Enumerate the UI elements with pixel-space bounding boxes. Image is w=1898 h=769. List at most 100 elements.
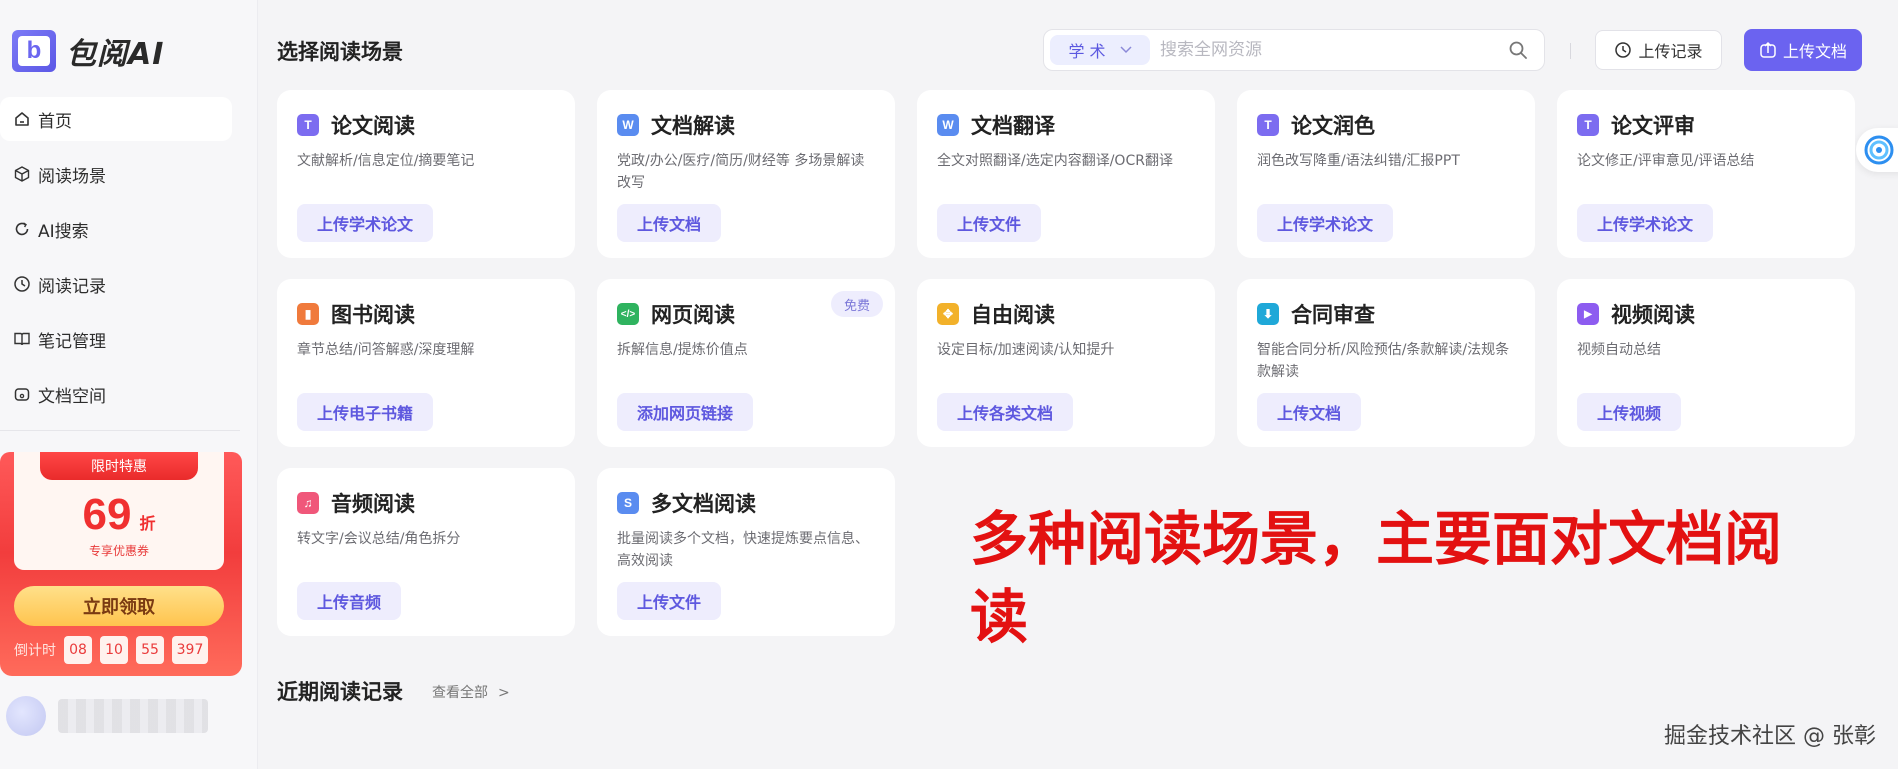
cube-icon (12, 164, 32, 184)
card-title: 网页阅读 (651, 303, 735, 327)
card-title: 多文档阅读 (651, 492, 756, 516)
scene-card-contract-review[interactable]: ⬇ 合同审查 智能合同分析/风险预估/条款解读/法规条款解读 上传文档 (1237, 279, 1535, 447)
promo-card: 限时特惠 69 折 专享优惠券 立即领取 倒计时 08 10 55 397 (0, 452, 242, 676)
app-name: 包阅AI (66, 37, 165, 72)
upload-icon (1759, 41, 1777, 59)
card-action-button[interactable]: 上传学术论文 (1257, 204, 1394, 242)
search-icon[interactable] (1500, 32, 1536, 68)
card-title: 自由阅读 (971, 303, 1055, 327)
card-description: 润色改写降重/语法纠错/汇报PPT (1257, 153, 1460, 169)
bookmark-icon: ▮ (297, 303, 319, 325)
scene-card-paper-review[interactable]: T 论文评审 论文修正/评审意见/评语总结 上传学术论文 (1557, 90, 1855, 258)
card-description: 批量阅读多个文档，快速提炼要点信息、高效阅读 (617, 531, 869, 569)
header-separator (1570, 43, 1571, 59)
sidebar-item-notes[interactable]: 笔记管理 (0, 317, 232, 361)
card-title: 论文润色 (1291, 114, 1375, 138)
card-title: 图书阅读 (331, 303, 415, 327)
paper-t-icon: T (1577, 114, 1599, 136)
card-title: 合同审查 (1291, 303, 1375, 327)
scene-card-multi-doc-reading[interactable]: S 多文档阅读 批量阅读多个文档，快速提炼要点信息、高效阅读 上传文件 (597, 468, 895, 636)
countdown-milliseconds: 397 (172, 636, 208, 664)
upload-document-button[interactable]: 上传文档 (1744, 29, 1862, 71)
card-title: 视频阅读 (1611, 303, 1695, 327)
sidebar-nav: 首页 阅读场景 AI搜索 阅读记录 笔记管理 文档空间 (0, 97, 232, 427)
scene-card-video-reading[interactable]: ▶ 视频阅读 视频自动总结 上传视频 (1557, 279, 1855, 447)
card-action-button[interactable]: 上传电子书籍 (297, 393, 434, 431)
card-description: 论文修正/评审意见/评语总结 (1577, 153, 1755, 169)
card-description: 智能合同分析/风险预估/条款解读/法规条款解读 (1257, 342, 1510, 380)
play-icon: ▶ (1577, 303, 1599, 325)
paper-t-icon: T (1257, 114, 1279, 136)
card-action-button[interactable]: 上传各类文档 (937, 393, 1074, 431)
chevron-down-icon (1120, 43, 1132, 57)
card-description: 转文字/会议总结/角色拆分 (297, 531, 461, 547)
sidebar-item-doc-space[interactable]: 文档空间 (0, 372, 232, 416)
card-action-button[interactable]: 上传文件 (937, 204, 1042, 242)
code-icon: </> (617, 303, 639, 325)
scene-card-paper-reading[interactable]: T 论文阅读 文献解析/信息定位/摘要笔记 上传学术论文 (277, 90, 575, 258)
coupon: 限时特惠 69 折 专享优惠券 (14, 452, 224, 570)
sidebar-item-label: 首页 (38, 111, 72, 132)
card-action-button[interactable]: 上传学术论文 (297, 204, 434, 242)
sidebar: b 包阅AI 首页 阅读场景 AI搜索 阅读记录 笔记管理 文档空间 限时特惠 … (0, 0, 258, 769)
scene-card-doc-translation[interactable]: W 文档翻译 全文对照翻译/选定内容翻译/OCR翻译 上传文件 (917, 90, 1215, 258)
scene-card-free-reading[interactable]: ✥ 自由阅读 设定目标/加速阅读/认知提升 上传各类文档 (917, 279, 1215, 447)
recent-reading-title: 近期阅读记录 (277, 680, 403, 704)
card-description: 章节总结/问答解惑/深度理解 (297, 342, 475, 358)
card-action-button[interactable]: 上传视频 (1577, 393, 1682, 431)
paper-t-icon: T (297, 114, 319, 136)
card-description: 全文对照翻译/选定内容翻译/OCR翻译 (937, 153, 1173, 169)
upload-history-button[interactable]: 上传记录 (1595, 30, 1722, 70)
card-action-button[interactable]: 上传学术论文 (1577, 204, 1714, 242)
app-logo[interactable]: b 包阅AI (12, 30, 164, 72)
card-title: 文档翻译 (971, 114, 1055, 138)
chevron-right-icon: > (498, 685, 510, 701)
user-profile[interactable] (6, 696, 208, 736)
scene-card-web-reading[interactable]: </> 网页阅读 免费 拆解信息/提炼价值点 添加网页链接 (597, 279, 895, 447)
clock-icon (1614, 41, 1632, 59)
search-input[interactable] (1160, 40, 1500, 60)
view-all-link[interactable]: 查看全部 > (432, 682, 510, 702)
book-icon (12, 329, 32, 349)
multi-doc-s-icon: S (617, 492, 639, 514)
discount-value: 69 折 (82, 490, 156, 539)
card-action-button[interactable]: 上传文档 (1257, 393, 1362, 431)
search-scope-select[interactable]: 学 术 (1050, 35, 1150, 65)
sidebar-item-ai-search[interactable]: AI搜索 (0, 207, 232, 251)
card-title: 论文评审 (1611, 114, 1695, 138)
promo-ribbon: 限时特惠 (40, 452, 198, 480)
sidebar-item-label: 阅读记录 (38, 276, 106, 297)
search-bar: 学 术 (1043, 29, 1545, 71)
scene-card-paper-polishing[interactable]: T 论文润色 润色改写降重/语法纠错/汇报PPT 上传学术论文 (1237, 90, 1535, 258)
download-icon: ⬇ (1257, 303, 1279, 325)
clock-icon (12, 274, 32, 294)
sidebar-item-label: AI搜索 (38, 221, 89, 242)
assistant-float-button[interactable] (1856, 128, 1898, 172)
sidebar-item-reading-scenes[interactable]: 阅读场景 (0, 152, 232, 196)
card-action-button[interactable]: 添加网页链接 (617, 393, 754, 431)
scene-card-book-reading[interactable]: ▮ 图书阅读 章节总结/问答解惑/深度理解 上传电子书籍 (277, 279, 575, 447)
sidebar-item-label: 文档空间 (38, 386, 106, 407)
card-action-button[interactable]: 上传文档 (617, 204, 722, 242)
folder-icon (12, 384, 32, 404)
countdown-label: 倒计时 (14, 643, 56, 659)
countdown-seconds: 55 (136, 636, 164, 664)
claim-coupon-button[interactable]: 立即领取 (14, 586, 224, 626)
sidebar-item-home[interactable]: 首页 (0, 97, 232, 141)
page-title: 选择阅读场景 (277, 40, 403, 64)
card-action-button[interactable]: 上传音频 (297, 582, 402, 620)
refresh-search-icon (12, 219, 32, 239)
compass-icon: ✥ (937, 303, 959, 325)
music-note-icon: ♫ (297, 492, 319, 514)
word-doc-icon: W (617, 114, 639, 136)
scene-card-audio-reading[interactable]: ♫ 音频阅读 转文字/会议总结/角色拆分 上传音频 (277, 468, 575, 636)
overlay-annotation: 多种阅读场景，主要面对文档阅读 (970, 505, 1783, 651)
sidebar-item-label: 笔记管理 (38, 331, 106, 352)
blurred-username (58, 699, 208, 733)
word-doc-icon: W (937, 114, 959, 136)
scene-card-doc-interpretation[interactable]: W 文档解读 党政/办公/医疗/简历/财经等 多场景解读改写 上传文档 (597, 90, 895, 258)
card-action-button[interactable]: 上传文件 (617, 582, 722, 620)
sidebar-item-reading-history[interactable]: 阅读记录 (0, 262, 232, 306)
sidebar-item-label: 阅读场景 (38, 166, 106, 187)
avatar (6, 696, 46, 736)
